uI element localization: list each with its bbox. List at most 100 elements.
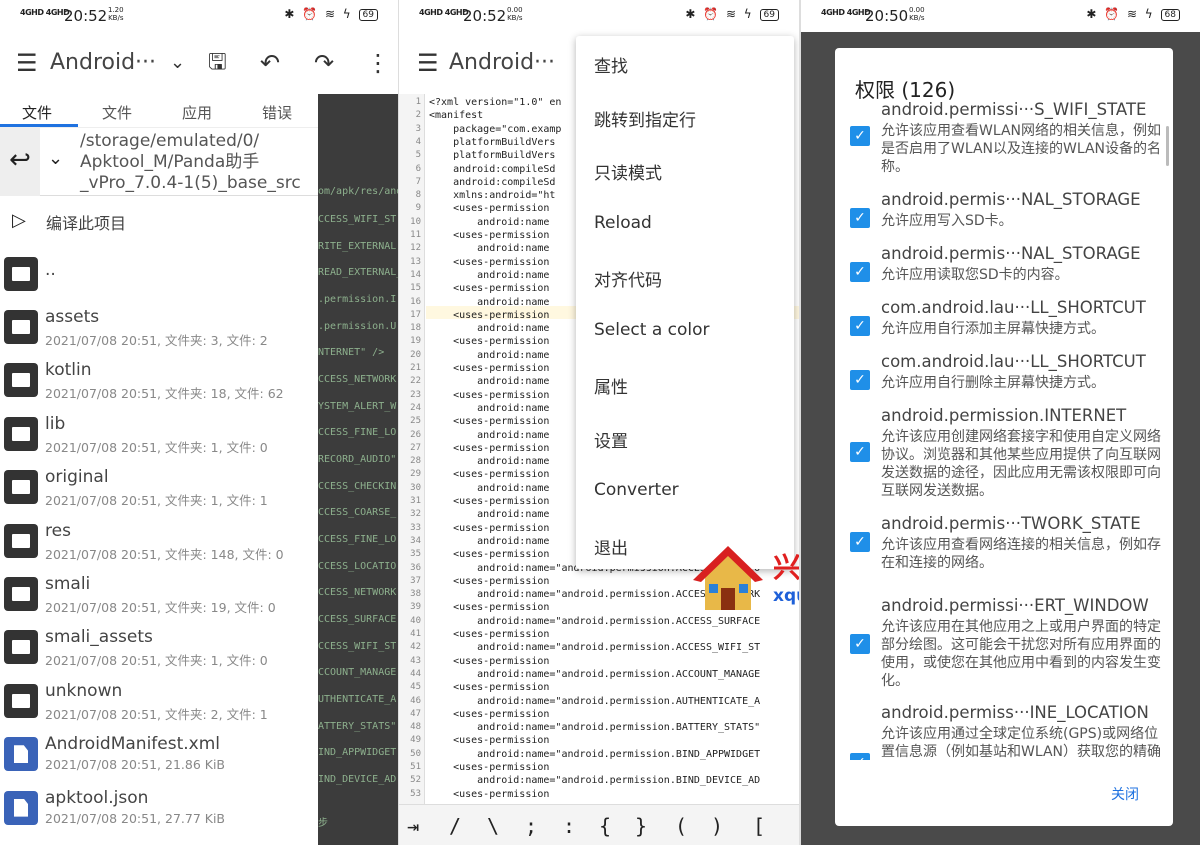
menu-item[interactable]: 对齐代码 [594,266,662,291]
more-icon[interactable]: ⋮ [366,48,390,78]
code-line: <uses-permission [429,655,550,667]
file-title[interactable]: Android··· [449,50,555,75]
line-number: 19 [410,336,421,347]
folder-row[interactable]: lib 2021/07/08 20:51, 文件夹: 1, 文件: 0 [0,406,318,459]
chevron-down-icon[interactable]: ⌄ [48,148,63,169]
tab-errors[interactable]: 错误 [262,102,292,123]
parent-folder-row[interactable]: .. [0,246,318,299]
undo-icon[interactable]: ↶ [260,48,280,78]
signal-indicator: 4GHD 4GHD [419,8,469,17]
tab-files-2[interactable]: 文件 [102,102,132,123]
permission-item[interactable]: ✓ android.permiss···INE_LOCATION 允许该应用通过全球… [835,703,1173,760]
code-line: <uses-permission [429,735,550,747]
checkbox-icon[interactable]: ✓ [850,442,870,462]
file-name: assets [45,307,100,327]
background-code-line: CCESS_FINE_LO [318,534,397,545]
code-line: android:name [429,456,550,468]
symbol-key[interactable]: ( [675,814,687,838]
symbol-key[interactable]: : [563,814,575,838]
permission-item[interactable]: ✓ android.permissi···ERT_WINDOW 允许该应用在其他应用… [835,596,1173,696]
battery-icon: 69 [358,9,378,21]
folder-icon [4,310,38,344]
clock: 20:52 [64,7,108,25]
file-meta: 2021/07/08 20:51, 文件夹: 3, 文件: 2 [45,333,268,348]
checkbox-icon[interactable]: ✓ [850,208,870,228]
file-title[interactable]: Android··· [50,50,156,75]
chevron-down-icon[interactable]: ⌄ [170,48,185,78]
menu-item[interactable]: Converter [594,480,679,500]
back-icon[interactable]: ↩ [0,128,40,196]
menu-item[interactable]: 只读模式 [594,159,662,184]
status-icons: ✱ ⏰ ≋ ϟ 69 [284,7,378,21]
line-number: 40 [410,615,421,626]
folder-icon [4,257,38,291]
folder-icon [4,470,38,505]
code-line: android:name [429,535,550,547]
file-name: kotlin [45,360,92,381]
tab-apps[interactable]: 应用 [182,102,212,123]
file-name: apktool.json [45,787,149,808]
checkbox-icon[interactable]: ✓ [850,126,870,146]
menu-item[interactable]: 退出 [594,534,628,559]
line-number: 30 [410,482,421,493]
folder-row[interactable]: unknown 2021/07/08 20:51, 文件夹: 2, 文件: 1 [0,673,318,726]
checkbox-icon[interactable]: ✓ [850,370,870,390]
code-line: <?xml version="1.0" en [429,97,562,108]
folder-row[interactable]: kotlin 2021/07/08 20:51, 文件夹: 18, 文件: 62 [0,352,318,405]
permission-name: android.permission.INTERNET [881,406,1127,425]
compile-project-button[interactable]: ▷ 编译此项目 [0,196,318,246]
tab-files-1[interactable]: 文件 [22,102,52,123]
tab-bar: 文件 文件 应用 错误 [0,94,318,128]
symbol-key[interactable]: [ [753,814,765,838]
file-row[interactable]: AndroidManifest.xml 2021/07/08 20:51, 21.… [0,726,318,779]
line-number: 52 [410,775,421,786]
file-name: .. [45,260,56,280]
code-line: android:name [429,482,550,494]
code-line: <uses-permission [429,629,550,640]
folder-row[interactable]: smali_assets 2021/07/08 20:51, 文件夹: 1, 文件… [0,619,318,672]
signal-indicator: 4GHD 4GHD [821,8,871,17]
permission-item[interactable]: ✓ android.permissi···S_WIFI_STATE 允许该应用查看W… [835,100,1173,200]
menu-item[interactable]: Select a color [594,320,710,340]
menu-item[interactable]: 设置 [594,427,628,452]
checkbox-icon[interactable]: ✓ [850,316,870,336]
folder-icon [4,577,38,611]
scrollbar[interactable] [1166,126,1169,166]
checkbox-icon[interactable]: ✓ [850,634,870,654]
menu-icon[interactable]: ☰ [417,48,439,78]
checkbox-icon[interactable]: ✓ [850,753,870,760]
file-row[interactable]: apktool.json 2021/07/08 20:51, 27.77 KiB [0,780,318,833]
symbol-key[interactable]: } [635,814,647,838]
folder-row[interactable]: original 2021/07/08 20:51, 文件夹: 1, 文件: 1 [0,459,318,512]
menu-item[interactable]: 跳转到指定行 [594,106,696,131]
menu-icon[interactable]: ☰ [16,48,38,78]
symbol-key[interactable]: \ [487,814,499,838]
file-icon [4,737,38,772]
permission-item[interactable]: ✓ android.permission.INTERNET 允许该应用创建网络套接字… [835,406,1173,506]
checkbox-icon[interactable]: ✓ [850,532,870,552]
folder-icon [4,416,38,451]
play-icon: ▷ [12,210,26,231]
menu-item[interactable]: 属性 [594,373,628,398]
code-line: <uses-permission [429,230,550,241]
symbol-key[interactable]: { [599,814,611,838]
symbol-key[interactable]: ) [711,814,723,838]
folder-row[interactable]: res 2021/07/08 20:51, 文件夹: 148, 文件: 0 [0,513,318,566]
line-number: 49 [410,735,421,746]
symbol-key[interactable]: / [449,814,461,838]
file-name: original [45,467,109,488]
background-code-line: CCESS_WIFI_ST [318,214,397,225]
symbol-key[interactable]: ; [525,814,537,838]
line-number: 38 [410,589,421,600]
folder-row[interactable]: smali 2021/07/08 20:51, 文件夹: 19, 文件: 0 [0,566,318,619]
menu-item[interactable]: Reload [594,213,652,233]
folder-row[interactable]: assets 2021/07/08 20:51, 文件夹: 3, 文件: 2 [0,299,318,352]
checkbox-icon[interactable]: ✓ [850,262,870,282]
menu-item[interactable]: 查找 [594,52,628,77]
redo-icon[interactable]: ↷ [314,48,334,78]
close-button[interactable]: 关闭 [1111,784,1139,804]
permission-list[interactable]: ✓ android.permissi···S_WIFI_STATE 允许该应用查看W… [835,100,1173,760]
symbol-key[interactable]: ⇥ [407,814,419,838]
save-icon[interactable]: 🖫 [208,48,227,78]
code-line: <uses-permission [429,602,550,614]
